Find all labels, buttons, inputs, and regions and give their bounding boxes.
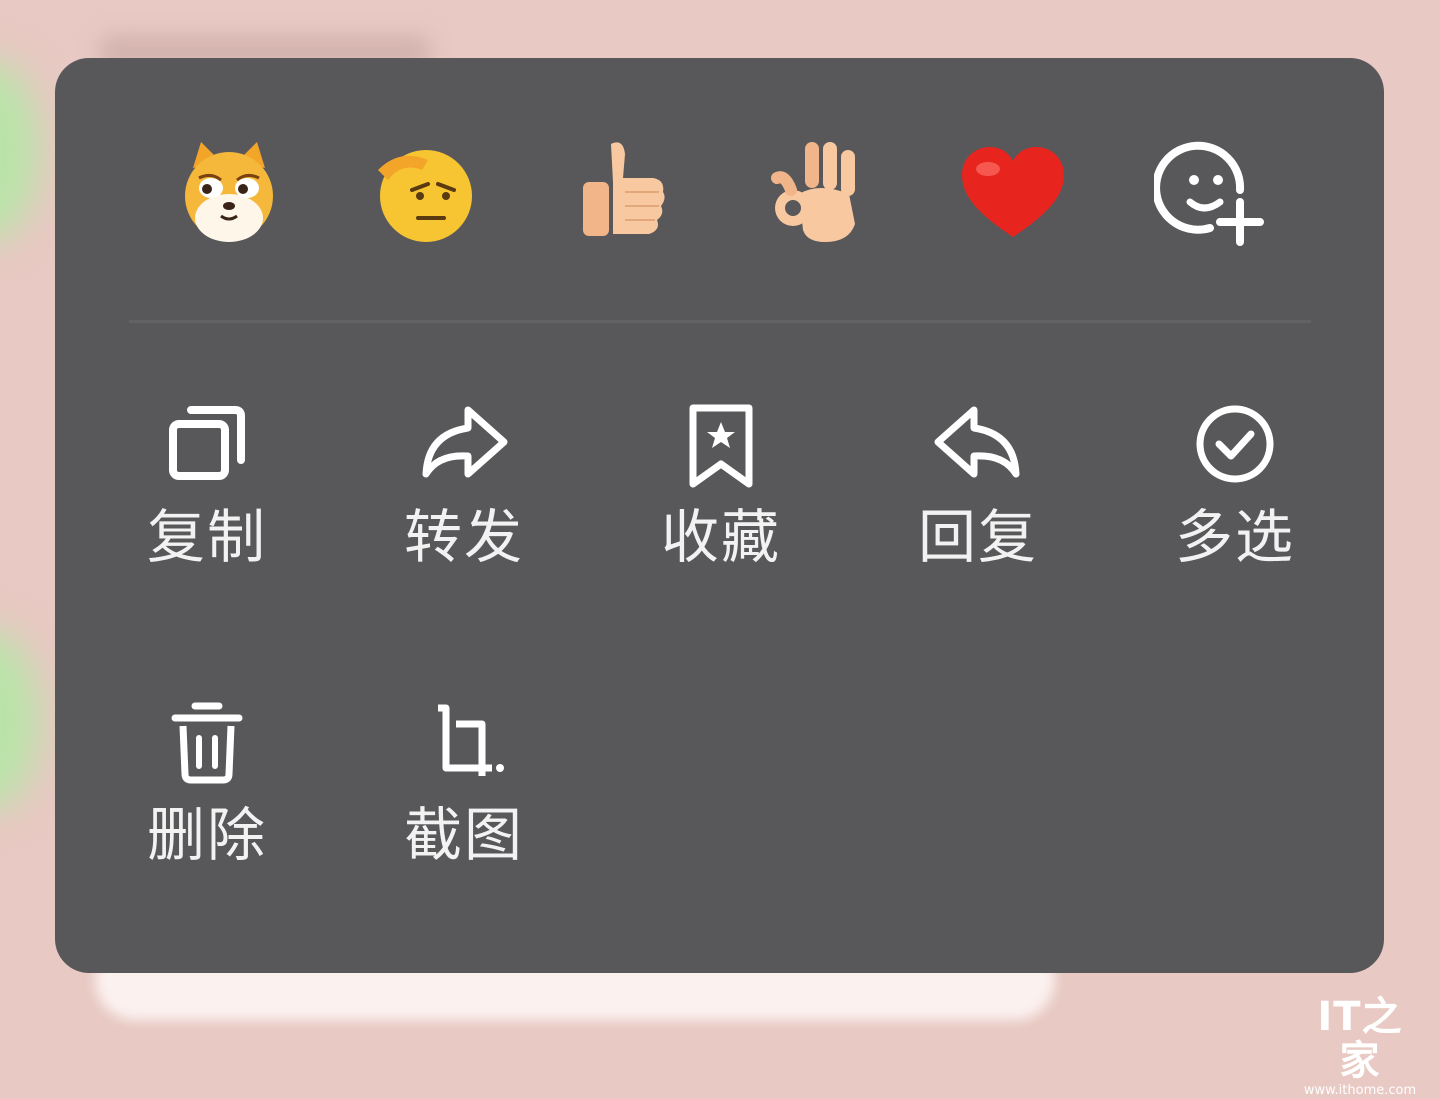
- menu-divider: [129, 320, 1311, 323]
- ok-hand-emoji[interactable]: [762, 138, 872, 248]
- thumbs-up-emoji[interactable]: [566, 138, 676, 248]
- copy-button[interactable]: 复制: [107, 398, 307, 598]
- forward-arrow-icon: [416, 398, 512, 494]
- favorite-label: 收藏: [660, 503, 781, 571]
- background-bubble-green: [0, 630, 40, 810]
- reply-label: 回复: [917, 503, 1038, 571]
- background-bubble-green: [0, 60, 40, 240]
- message-context-menu: 复制 转发 收藏 回复 多选 删除 截图: [55, 58, 1384, 973]
- favorite-button[interactable]: 收藏: [621, 398, 821, 598]
- copy-label: 复制: [146, 503, 267, 571]
- crop-icon: [416, 696, 512, 792]
- reaction-bar: [55, 58, 1384, 323]
- bookmark-star-icon: [673, 398, 769, 494]
- check-circle-icon: [1187, 398, 1283, 494]
- watermark-logo: IT之家: [1317, 994, 1403, 1084]
- shiba-dog-emoji[interactable]: [174, 138, 284, 248]
- forward-label: 转发: [403, 503, 524, 571]
- multi-select-button[interactable]: 多选: [1135, 398, 1335, 598]
- delete-label: 删除: [146, 801, 267, 869]
- forward-button[interactable]: 转发: [364, 398, 564, 598]
- reply-button[interactable]: 回复: [878, 398, 1078, 598]
- screenshot-label: 截图: [403, 801, 524, 869]
- ithome-watermark: IT之家 www.ithome.com: [1300, 995, 1420, 1098]
- multi-select-label: 多选: [1174, 503, 1295, 571]
- watermark-url: www.ithome.com: [1303, 1083, 1417, 1098]
- red-heart-emoji[interactable]: [958, 138, 1068, 248]
- salute-face-emoji[interactable]: [370, 138, 480, 248]
- delete-button[interactable]: 删除: [107, 696, 307, 896]
- screenshot-button[interactable]: 截图: [364, 696, 564, 896]
- trash-icon: [159, 696, 255, 792]
- add-emoji-icon[interactable]: [1154, 138, 1264, 248]
- reply-arrow-icon: [930, 398, 1026, 494]
- copy-icon: [159, 398, 255, 494]
